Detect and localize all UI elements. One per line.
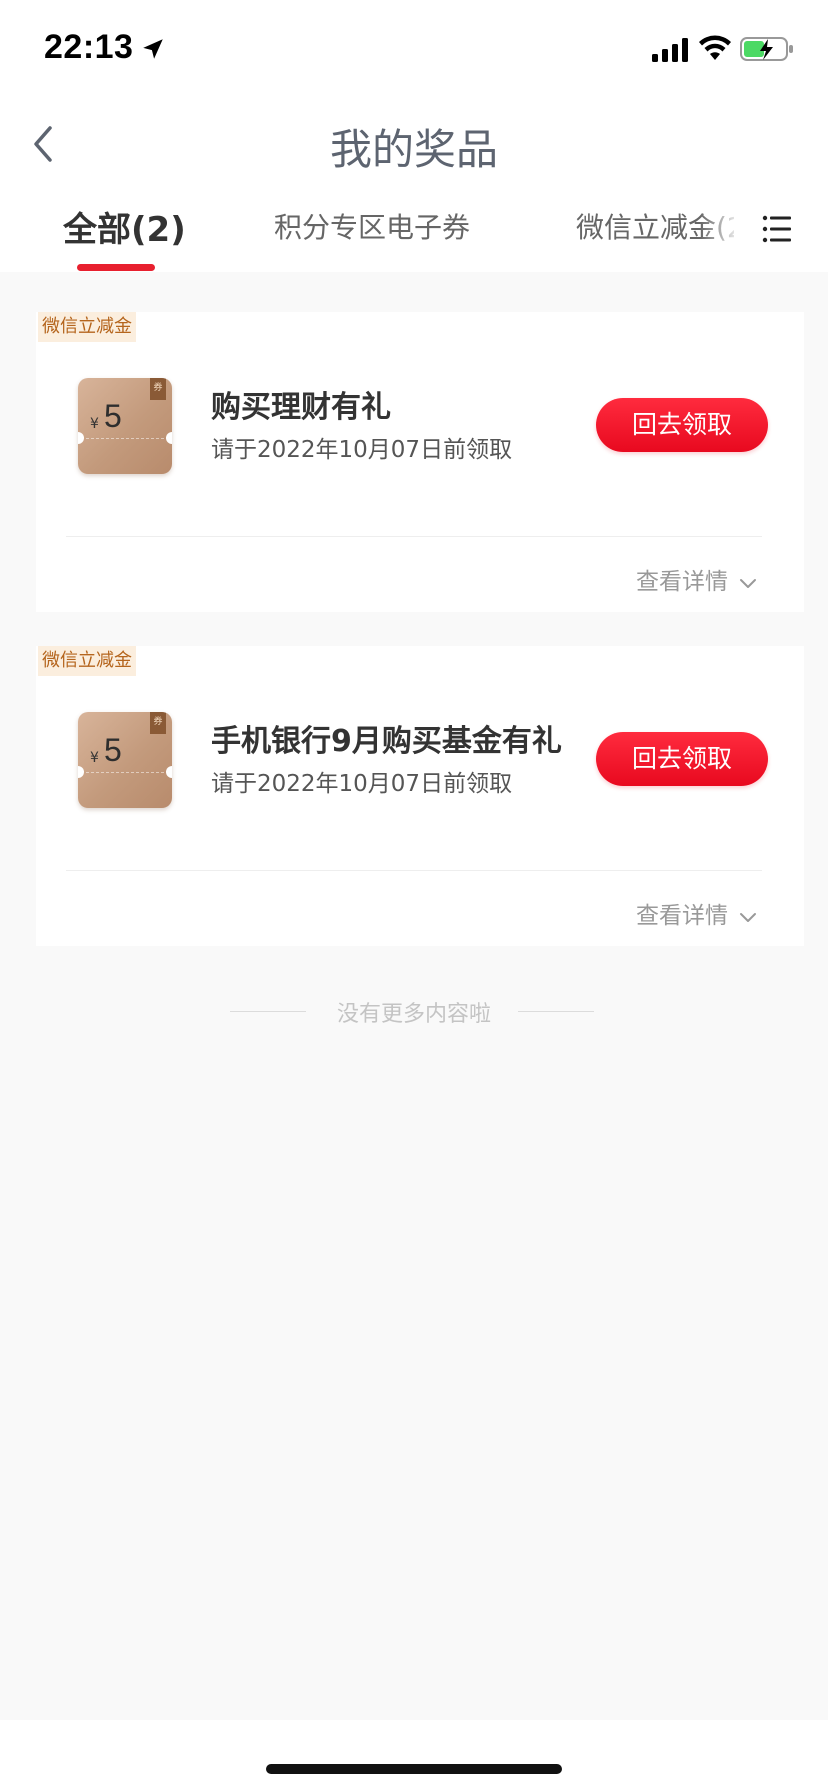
prize-card: 微信立减金 券 ¥ 5 手机银行9月购买基金有礼 请于2022年10月07日前领… [36,646,804,946]
prize-card: 微信立减金 券 ¥ 5 购买理财有礼 请于2022年10月07日前领取 回去领取… [36,312,804,612]
prize-type-tag: 微信立减金 [38,312,136,342]
prize-title: 购买理财有礼 [211,390,391,425]
tab-overflow-fade [700,190,760,272]
prize-deadline: 请于2022年10月07日前领取 [211,771,513,797]
chevron-down-icon [740,578,756,588]
view-details-label: 查看详情 [636,903,728,929]
status-bar: 22:13 [0,0,828,100]
voucher-perforation [86,438,164,439]
voucher-amount: 5 [104,398,122,434]
voucher-ribbon: 券 [150,378,166,400]
card-divider [66,536,762,537]
voucher-currency: ¥ [90,416,99,432]
card-divider [66,870,762,871]
home-indicator-area [0,1720,828,1792]
prize-deadline: 请于2022年10月07日前领取 [211,437,513,463]
status-time: 22:13 [44,28,134,66]
voucher-notch-left [78,766,84,778]
voucher-amount: 5 [104,732,122,768]
active-tab-indicator [77,264,155,271]
prize-type-tag: 微信立减金 [38,646,136,676]
tab-all[interactable]: 全部(2) [63,202,186,251]
home-indicator[interactable] [266,1764,562,1774]
tab-points-vouchers[interactable]: 积分专区电子券 [274,206,470,246]
voucher-ribbon-text: 券 [153,717,163,727]
cellular-signal-icon [652,38,688,62]
tab-bar: 全部(2) 积分专区电子券 微信立减金(2) [0,190,828,272]
end-divider-right [518,1011,594,1012]
view-details-label: 查看详情 [636,569,728,595]
voucher-notch-left [78,432,84,444]
voucher-notch-right [166,432,172,444]
voucher-icon: 券 ¥ 5 [78,378,172,474]
claim-button[interactable]: 回去领取 [596,732,768,786]
view-details-link[interactable]: 查看详情 [636,562,758,596]
wifi-icon [699,35,731,60]
location-arrow-icon [143,39,163,59]
nav-bar: 我的奖品 [0,100,828,190]
page-title: 我的奖品 [329,125,498,174]
prize-list: 微信立减金 券 ¥ 5 购买理财有礼 请于2022年10月07日前领取 回去领取… [0,272,828,1720]
voucher-perforation [86,772,164,773]
voucher-icon: 券 ¥ 5 [78,712,172,808]
voucher-ribbon: 券 [150,712,166,734]
menu-list-icon[interactable] [762,214,792,244]
prize-title: 手机银行9月购买基金有礼 [211,724,562,759]
battery-charging-icon [740,37,793,61]
voucher-notch-right [166,766,172,778]
end-of-list-text: 没有更多内容啦 [336,1002,491,1027]
voucher-ribbon-text: 券 [153,383,163,393]
view-details-link[interactable]: 查看详情 [636,896,758,930]
claim-button[interactable]: 回去领取 [596,398,768,452]
chevron-down-icon [740,912,756,922]
voucher-currency: ¥ [90,750,99,766]
